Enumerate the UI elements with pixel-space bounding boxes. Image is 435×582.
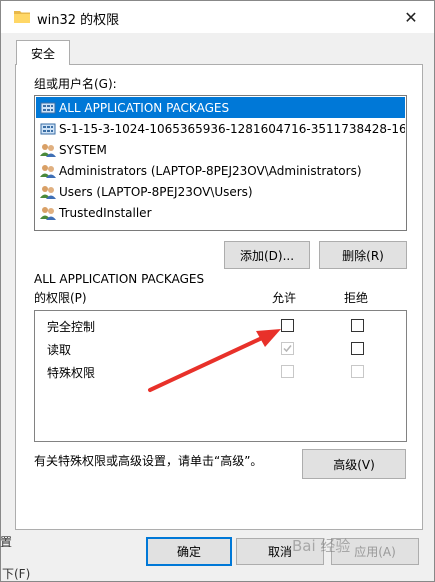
deny-special-checkbox[interactable] [351, 365, 364, 378]
list-item-sid[interactable]: S-1-15-3-1024-1065365936-1281604716-3511… [36, 118, 405, 139]
deny-full-control-checkbox[interactable] [351, 319, 364, 332]
users-icon [40, 163, 56, 179]
permission-label: 读取 [47, 343, 72, 357]
tab-security[interactable]: 安全 [16, 40, 70, 65]
users-icon [40, 184, 56, 200]
checkmark-icon [283, 345, 292, 353]
list-item-system[interactable]: SYSTEM [36, 139, 405, 160]
background-window-fragment: 置 [0, 535, 13, 549]
security-panel: 组或用户名(G): ALL APPLICATION PACKAGES S-1-1… [15, 64, 423, 530]
permissions-dialog: win32 的权限 ✕ 安全 组或用户名(G): ALL APPLICATION… [0, 0, 435, 582]
app-packages-icon [40, 100, 56, 116]
list-item-label: TrustedInstaller [59, 205, 152, 220]
permissions-header-suffix: 的权限(P) [34, 291, 87, 305]
list-item-label: SYSTEM [59, 142, 107, 157]
list-item-label: ALL APPLICATION PACKAGES [59, 100, 230, 115]
allow-full-control-checkbox[interactable] [281, 319, 294, 332]
list-item-label: Users (LAPTOP-8PEJ23OV\Users) [59, 184, 253, 199]
advanced-button[interactable]: 高级(V) [302, 449, 406, 479]
users-icon [40, 205, 56, 221]
add-button[interactable]: 添加(D)... [224, 241, 310, 269]
permission-row-special: 特殊权限 [35, 361, 406, 383]
allow-special-checkbox[interactable] [281, 365, 294, 378]
permission-label: 特殊权限 [47, 366, 96, 380]
permission-label: 完全控制 [47, 320, 96, 334]
list-item-trustedinstaller[interactable]: TrustedInstaller [36, 202, 405, 223]
list-item-label: Administrators (LAPTOP-8PEJ23OV\Administ… [59, 163, 362, 178]
list-item-administrators[interactable]: Administrators (LAPTOP-8PEJ23OV\Administ… [36, 160, 405, 181]
list-item-all-application-packages[interactable]: ALL APPLICATION PACKAGES [36, 97, 405, 118]
groups-listbox[interactable]: ALL APPLICATION PACKAGES S-1-15-3-1024-1… [34, 95, 407, 231]
list-item-label: S-1-15-3-1024-1065365936-1281604716-3511… [59, 121, 405, 136]
title-bar: win32 的权限 ✕ [1, 1, 434, 33]
users-icon [40, 142, 56, 158]
deny-read-checkbox[interactable] [351, 342, 364, 355]
ok-button[interactable]: 确定 [146, 537, 232, 566]
allow-column-header: 允许 [272, 291, 297, 305]
advanced-hint-text: 有关特殊权限或高级设置，请单击“高级”。 [34, 454, 263, 468]
folder-icon [14, 9, 30, 26]
permissions-list: 完全控制 读取 特殊权限 [34, 310, 407, 442]
background-window-fragment: 下(F) [2, 567, 31, 581]
permission-row-read: 读取 [35, 338, 406, 360]
permissions-header-name: ALL APPLICATION PACKAGES [34, 272, 205, 286]
allow-read-checkbox[interactable] [281, 342, 294, 355]
permission-row-full-control: 完全控制 [35, 315, 406, 337]
deny-column-header: 拒绝 [344, 291, 369, 305]
close-button[interactable]: ✕ [388, 1, 434, 33]
list-item-users[interactable]: Users (LAPTOP-8PEJ23OV\Users) [36, 181, 405, 202]
remove-button[interactable]: 删除(R) [319, 241, 407, 269]
window-title: win32 的权限 [37, 13, 120, 28]
watermark-text: Bai 经验 [292, 537, 351, 555]
app-packages-icon [40, 121, 56, 137]
groups-label: 组或用户名(G): [34, 77, 117, 91]
